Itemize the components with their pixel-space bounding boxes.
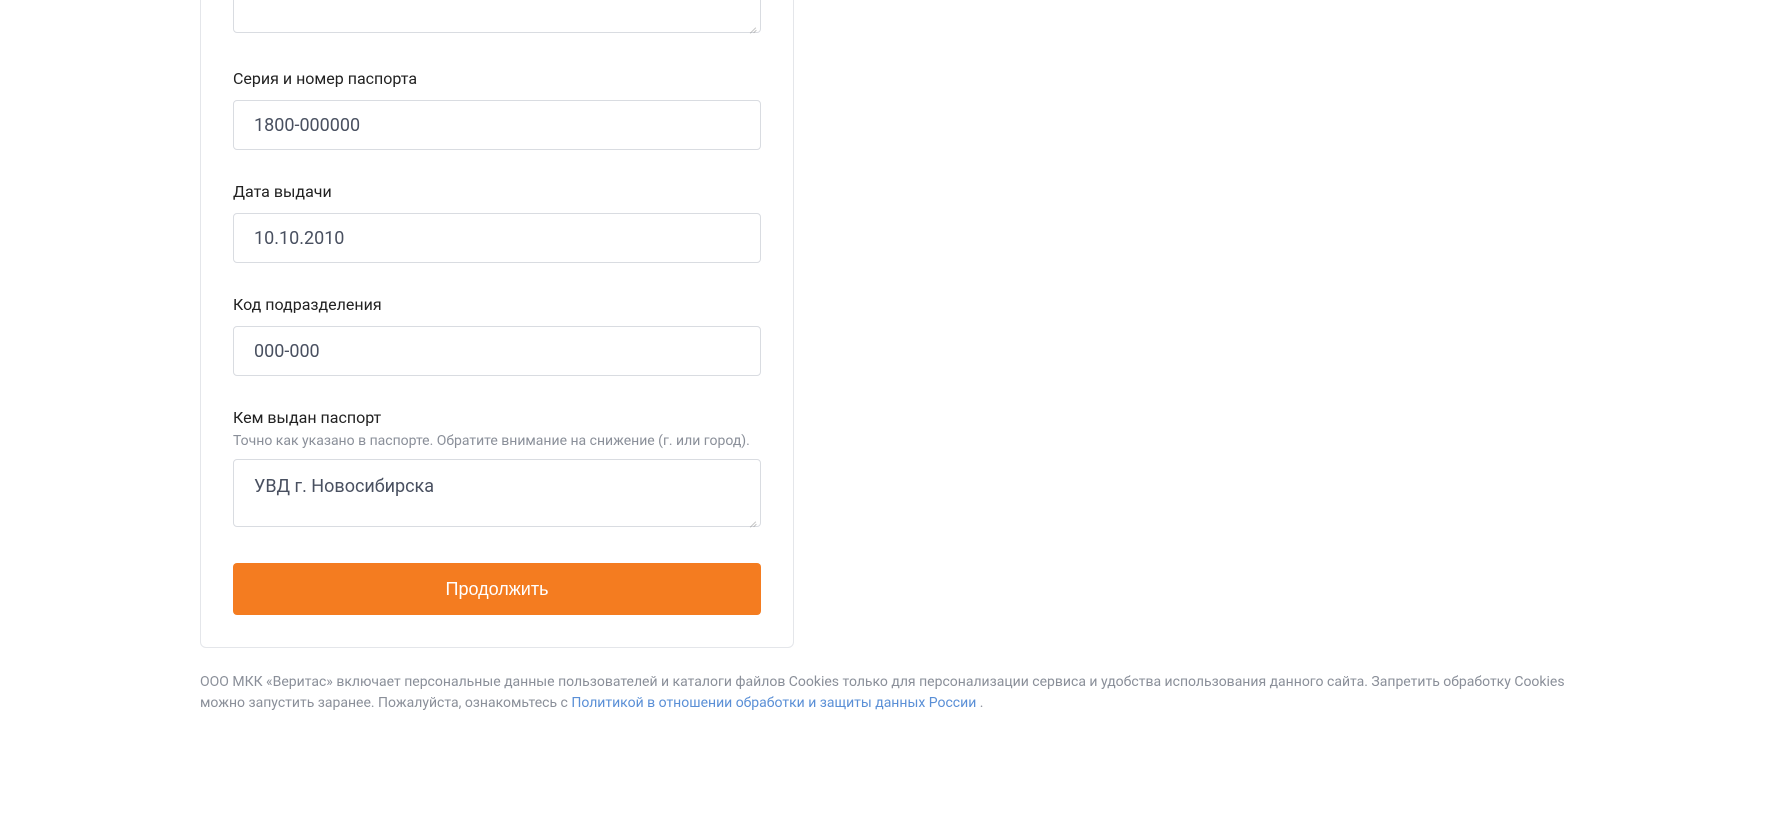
issued-by-input[interactable] <box>233 459 761 527</box>
division-code-input[interactable] <box>233 326 761 376</box>
issue-date-label: Дата выдачи <box>233 182 761 201</box>
privacy-policy-link[interactable]: Политикой в отношении обработки и защиты… <box>571 695 976 711</box>
issued-by-hint: Точно как указано в паспорте. Обратите в… <box>233 433 761 449</box>
issued-by-label: Кем выдан паспорт <box>233 408 761 427</box>
issue-date-input[interactable] <box>233 213 761 263</box>
continue-button[interactable]: Продолжить <box>233 563 761 615</box>
division-code-label: Код подразделения <box>233 295 761 314</box>
footer-cookie-notice: ООО МКК «Веритас» включает персональные … <box>200 672 1570 714</box>
footer-text-after: . <box>976 695 983 711</box>
birthplace-input[interactable] <box>233 0 761 33</box>
passport-form-card: Серия и номер паспорта Дата выдачи Код п… <box>200 0 794 648</box>
passport-number-label: Серия и номер паспорта <box>233 69 761 88</box>
passport-number-input[interactable] <box>233 100 761 150</box>
